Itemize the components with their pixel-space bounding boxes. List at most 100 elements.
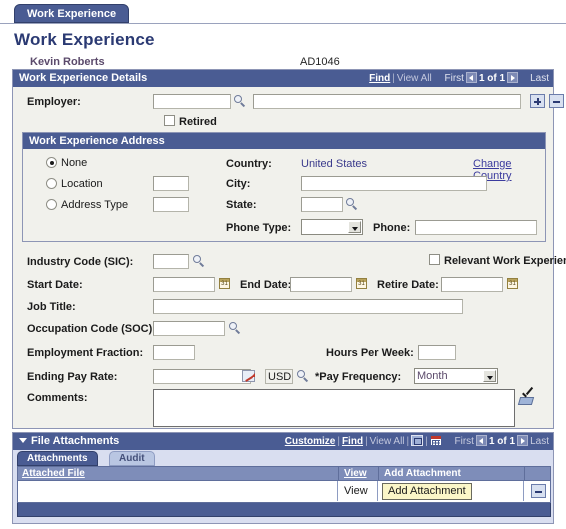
previous-row-icon[interactable] <box>475 435 487 446</box>
ending-pay-rate-input[interactable] <box>153 369 251 384</box>
state-input[interactable] <box>301 197 343 212</box>
customize-link[interactable]: Customize <box>285 436 336 447</box>
phone-type-dropdown[interactable] <box>301 219 363 235</box>
attachments-grid-footer <box>17 503 551 517</box>
pay-frequency-label: *Pay Frequency: <box>315 371 402 383</box>
work-experience-page: Work Experience Work Experience Kevin Ro… <box>0 0 566 529</box>
pay-frequency-dropdown[interactable]: Month <box>414 368 498 384</box>
retired-checkbox[interactable] <box>164 115 175 126</box>
radio-location-label: Location <box>61 178 103 190</box>
phone-input[interactable] <box>415 220 537 235</box>
delete-row-button[interactable] <box>549 94 564 108</box>
collapse-triangle-icon[interactable] <box>19 438 27 443</box>
end-date-input[interactable] <box>290 277 352 292</box>
find-link[interactable]: Find <box>369 73 390 84</box>
radio-none-label: None <box>61 157 88 169</box>
attachments-title: File Attachments <box>31 435 120 447</box>
first-label: First <box>454 436 474 447</box>
start-date-calendar-icon[interactable] <box>219 278 230 289</box>
currency-lookup-icon[interactable] <box>297 370 310 383</box>
cell-attached-file <box>18 481 336 501</box>
industry-code-lookup-icon[interactable] <box>193 255 206 268</box>
work-experience-address-group: Work Experience Address None Location Ad… <box>22 132 546 242</box>
last-label: Last <box>530 436 549 447</box>
city-input[interactable] <box>301 176 487 191</box>
occupation-code-label: Occupation Code (SOC): <box>27 323 156 335</box>
details-grid-nav: Find | View All First 1 of 1 Last <box>369 72 549 84</box>
tab-audit[interactable]: Audit <box>109 451 155 466</box>
currency-code-field: USD <box>265 369 293 384</box>
industry-code-input[interactable] <box>153 254 189 269</box>
row-count: 1 of 1 <box>478 73 506 84</box>
employer-description-input[interactable] <box>253 94 521 109</box>
tab-work-experience[interactable]: Work Experience <box>14 4 130 23</box>
state-lookup-icon[interactable] <box>346 198 359 211</box>
add-attachment-button[interactable]: Add Attachment <box>382 483 472 500</box>
start-date-input[interactable] <box>153 277 215 292</box>
state-label: State: <box>226 199 257 211</box>
job-title-label: Job Title: <box>27 301 76 313</box>
cell-view-link[interactable]: View <box>340 481 368 501</box>
attachments-table-row: View Add Attachment <box>17 481 551 503</box>
country-value: United States <box>301 158 368 170</box>
location-input[interactable] <box>153 176 189 191</box>
employment-fraction-label: Employment Fraction: <box>27 347 144 359</box>
occupation-code-lookup-icon[interactable] <box>229 322 242 335</box>
radio-none[interactable] <box>46 157 57 168</box>
spell-check-icon[interactable] <box>517 390 535 405</box>
comments-label: Comments: <box>27 392 88 404</box>
column-header-attached-file[interactable]: Attached File <box>18 467 85 480</box>
retired-label: Retired <box>179 116 217 128</box>
radio-location[interactable] <box>46 178 57 189</box>
relevant-work-experience-checkbox[interactable] <box>429 254 440 265</box>
tab-strip: Work Experience <box>0 4 566 26</box>
attachments-column-headers: Attached File View Add Attachment <box>17 466 551 487</box>
pay-frequency-value: Month <box>417 370 448 382</box>
view-all-link[interactable]: View All <box>397 73 432 84</box>
hours-per-week-input[interactable] <box>418 345 456 360</box>
page-title: Work Experience <box>14 30 155 49</box>
details-group-header: Work Experience Details Find | View All Fi… <box>13 70 553 87</box>
details-group-title: Work Experience Details <box>19 72 148 84</box>
delete-attachment-row-button[interactable] <box>531 484 546 498</box>
phone-label: Phone: <box>373 222 411 234</box>
file-attachments-group: File Attachments Customize | Find | View All… <box>12 432 554 524</box>
add-row-button[interactable] <box>530 94 545 108</box>
spreadsheet-icon[interactable] <box>429 435 442 446</box>
retire-date-input[interactable] <box>441 277 503 292</box>
address-group-header: Work Experience Address <box>23 133 545 149</box>
next-row-icon[interactable] <box>507 72 519 83</box>
download-icon[interactable] <box>411 435 424 446</box>
row-count: 1 of 1 <box>488 436 516 447</box>
comments-textarea[interactable] <box>153 389 515 427</box>
city-label: City: <box>226 178 251 190</box>
chevron-down-icon[interactable] <box>348 221 361 233</box>
start-date-label: Start Date: <box>27 279 83 291</box>
pay-rate-currency-icon[interactable] <box>242 370 255 382</box>
attachments-header: File Attachments Customize | Find | View All… <box>13 433 553 450</box>
employer-code-input[interactable] <box>153 94 231 109</box>
industry-code-label: Industry Code (SIC): <box>27 256 134 268</box>
chevron-down-icon[interactable] <box>483 370 496 382</box>
address-type-input[interactable] <box>153 197 189 212</box>
employment-fraction-input[interactable] <box>153 345 195 360</box>
previous-row-icon[interactable] <box>465 72 477 83</box>
column-header-view[interactable]: View <box>340 467 367 480</box>
employer-lookup-icon[interactable] <box>234 95 247 108</box>
retire-date-calendar-icon[interactable] <box>507 278 518 289</box>
job-title-input[interactable] <box>153 299 463 314</box>
relevant-work-experience-label: Relevant Work Experience <box>444 255 566 267</box>
next-row-icon[interactable] <box>517 435 529 446</box>
radio-address-type[interactable] <box>46 199 57 210</box>
first-label: First <box>444 73 464 84</box>
occupation-code-input[interactable] <box>153 321 225 336</box>
tab-attachments[interactable]: Attachments <box>17 451 98 466</box>
end-date-calendar-icon[interactable] <box>356 278 367 289</box>
find-link[interactable]: Find <box>342 436 363 447</box>
employee-name: Kevin Roberts <box>30 56 105 68</box>
country-label: Country: <box>226 158 272 170</box>
ending-pay-rate-label: Ending Pay Rate: <box>27 371 118 383</box>
work-experience-details-group: Work Experience Details Find | View All Fi… <box>12 69 566 429</box>
view-all-link[interactable]: View All <box>370 436 405 447</box>
employee-id: AD1046 <box>300 56 340 68</box>
